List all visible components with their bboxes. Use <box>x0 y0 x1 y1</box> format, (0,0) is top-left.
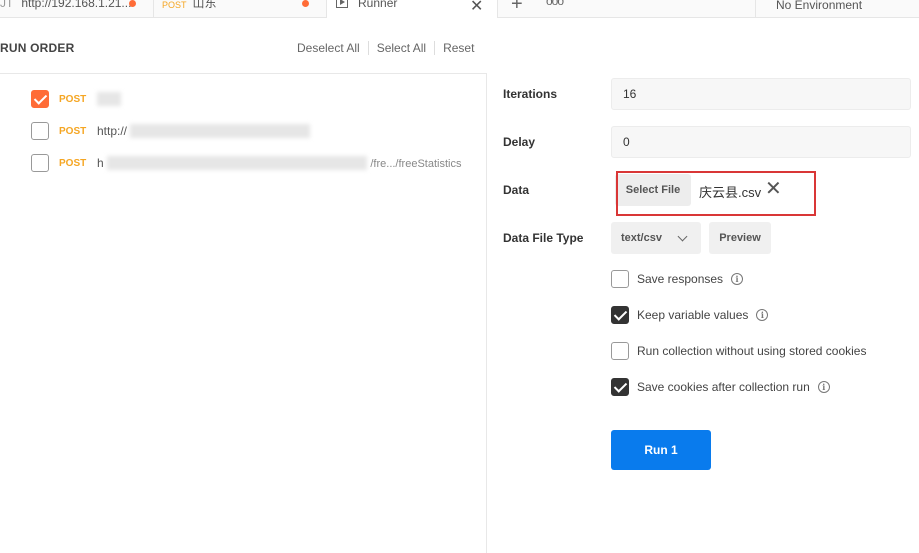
request-checkbox[interactable] <box>31 154 49 172</box>
redacted-text <box>107 156 368 171</box>
env-divider <box>755 0 756 18</box>
tab-request-1[interactable]: JT http://192.168.1.21... <box>0 0 140 18</box>
request-row[interactable]: POST h /fre.../freeStatistics <box>31 153 461 173</box>
option-save-responses[interactable]: Save responses i <box>611 270 744 288</box>
option-save-cookies[interactable]: Save cookies after collection run i <box>611 378 830 396</box>
panel-divider <box>486 73 487 553</box>
tab-divider <box>153 0 154 18</box>
request-method: POST <box>59 93 87 105</box>
preview-button[interactable]: Preview <box>709 222 771 254</box>
tab-title: 山东 <box>192 0 217 10</box>
data-file-type-select[interactable]: text/csv <box>611 222 701 254</box>
request-row[interactable]: POST <box>31 89 121 109</box>
ellipsis-icon[interactable]: ooo <box>546 0 564 8</box>
request-method: POST <box>59 157 87 169</box>
tab-method-fragment: JT <box>0 0 14 10</box>
info-icon[interactable]: i <box>756 309 769 321</box>
info-icon[interactable]: i <box>817 381 830 393</box>
highlight-box <box>616 171 816 216</box>
request-url: h /fre.../freeStatistics <box>97 155 462 171</box>
deselect-all-button[interactable]: Deselect All <box>297 41 368 55</box>
delay-label: Delay <box>503 135 536 149</box>
runner-icon <box>336 0 348 8</box>
iterations-label: Iterations <box>503 87 558 101</box>
option-label: Save responses <box>637 272 724 286</box>
delay-input[interactable]: 0 <box>611 126 911 158</box>
request-checkbox[interactable] <box>31 122 49 140</box>
option-checkbox[interactable] <box>611 306 629 324</box>
chevron-down-icon <box>677 231 688 242</box>
run-order-title: RUN ORDER <box>0 41 75 55</box>
info-icon[interactable]: i <box>731 273 744 285</box>
option-checkbox[interactable] <box>611 378 629 396</box>
option-label: Keep variable values <box>637 308 749 322</box>
unsaved-dot-icon <box>302 0 309 7</box>
option-label: Run collection without using stored cook… <box>637 344 867 358</box>
data-label: Data <box>503 183 530 197</box>
request-url <box>97 92 121 107</box>
close-icon[interactable]: ✕ <box>470 0 483 16</box>
plus-icon[interactable]: + <box>511 0 523 16</box>
redacted-text <box>97 92 121 107</box>
select-all-button[interactable]: Select All <box>367 41 434 55</box>
tab-title: http://192.168.1.21... <box>21 0 132 10</box>
data-file-type-label: Data File Type <box>503 231 584 245</box>
unsaved-dot-icon <box>129 0 136 7</box>
run-button[interactable]: Run 1 <box>611 430 711 470</box>
option-keep-variable-values[interactable]: Keep variable values i <box>611 306 769 324</box>
request-url: http:// <box>97 124 311 139</box>
tab-runner[interactable]: Runner ✕ <box>327 0 497 18</box>
redacted-text <box>130 124 311 139</box>
iterations-input[interactable]: 16 <box>611 78 911 110</box>
run-order-actions: Deselect All Select All Reset <box>297 41 482 55</box>
environment-selector[interactable]: No Environment <box>776 0 862 12</box>
option-no-stored-cookies[interactable]: Run collection without using stored cook… <box>611 342 866 360</box>
request-checkbox[interactable] <box>31 90 49 108</box>
tab-title: Runner <box>358 0 398 10</box>
request-row[interactable]: POST http:// <box>31 121 311 141</box>
request-method: POST <box>59 125 87 137</box>
tab-divider <box>497 0 498 18</box>
tab-bar: JT http://192.168.1.21... POST 山东 Runner… <box>0 0 919 18</box>
option-checkbox[interactable] <box>611 342 629 360</box>
divider <box>0 73 486 74</box>
reset-button[interactable]: Reset <box>434 41 482 55</box>
tab-request-2[interactable]: POST 山东 <box>162 0 312 18</box>
option-checkbox[interactable] <box>611 270 629 288</box>
data-file-type-value: text/csv <box>621 232 662 244</box>
tab-method: POST <box>162 0 187 10</box>
option-label: Save cookies after collection run <box>637 380 810 394</box>
